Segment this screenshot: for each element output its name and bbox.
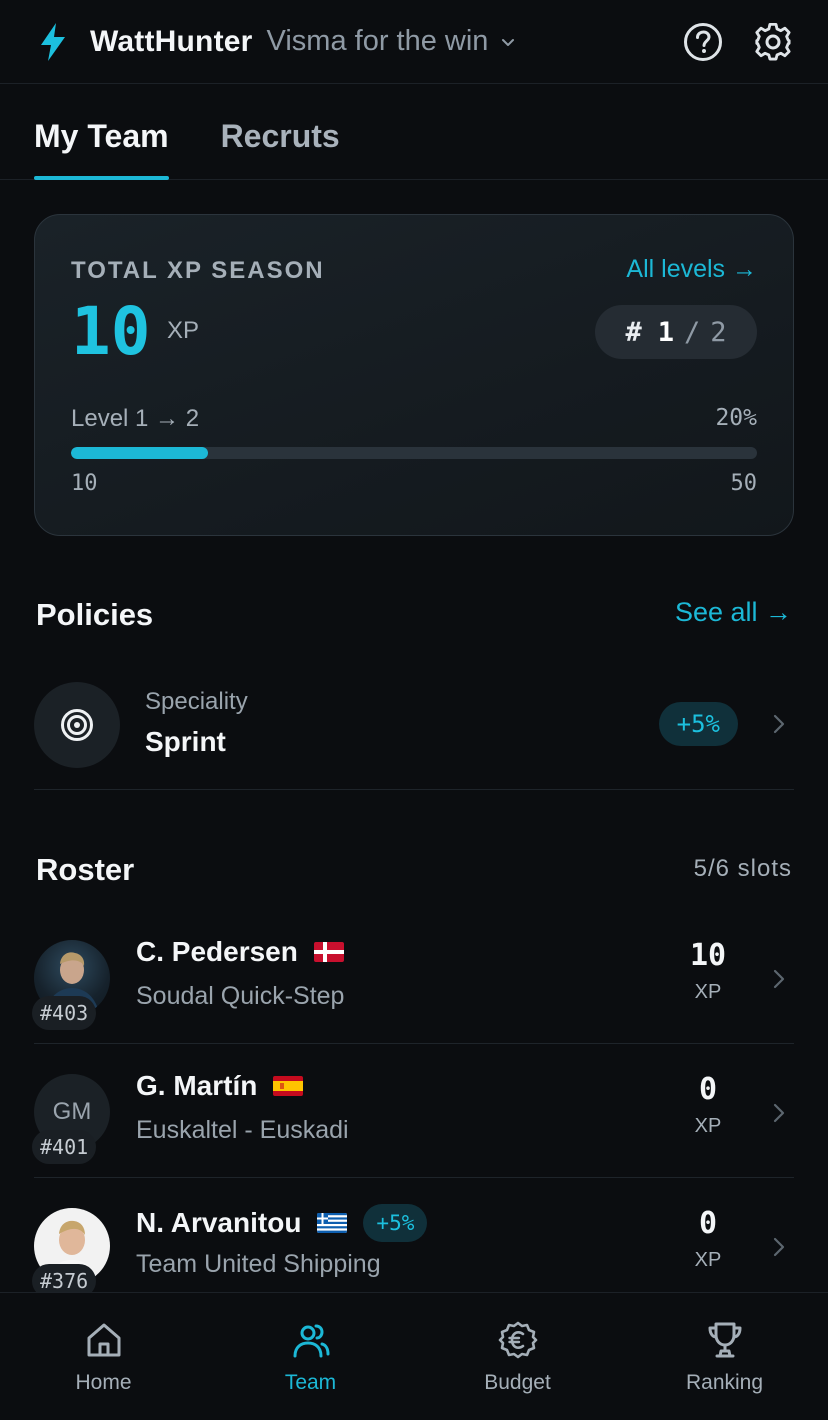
team-selector[interactable]: Visma for the win xyxy=(267,25,517,58)
nav-home[interactable]: Home xyxy=(0,1293,207,1420)
rider-xp-unit: XP xyxy=(694,981,722,1003)
chevron-right-icon xyxy=(773,1237,785,1257)
rank-slash: / xyxy=(684,316,701,348)
euro-icon xyxy=(497,1319,539,1361)
roster-rider-row[interactable]: GM #401 G. Martín Euskaltel - Euskadi 0 … xyxy=(32,1044,794,1178)
team-name: Visma for the win xyxy=(266,25,489,57)
chevron-right-icon xyxy=(773,1103,785,1123)
roster-title: Roster xyxy=(36,852,135,887)
rank-current: 1 xyxy=(657,316,674,348)
all-levels-link[interactable]: All levels → xyxy=(626,255,757,284)
rider-name-line: C. Pedersen xyxy=(136,936,344,968)
policy-name: Sprint xyxy=(145,726,226,757)
policy-bonus-badge: +5% xyxy=(658,702,738,746)
rank-total: 2 xyxy=(710,316,727,348)
rank-hash: # xyxy=(625,316,642,348)
nav-team-label: Team xyxy=(284,1371,337,1394)
xp-card-label: TOTAL XP SEASON xyxy=(71,257,325,284)
rider-team: Soudal Quick-Step xyxy=(136,982,345,1010)
see-all-policies-link[interactable]: See all → xyxy=(675,597,792,628)
settings-button[interactable] xyxy=(752,21,794,63)
nav-team[interactable]: Team xyxy=(207,1293,414,1420)
app-title: WattHunter xyxy=(90,24,253,58)
tab-my-team[interactable]: My Team xyxy=(34,84,169,180)
rider-xp-value: 0 xyxy=(698,1072,718,1107)
roster-slots: 5/6 slots xyxy=(693,855,792,882)
xp-value: 10 xyxy=(71,293,151,370)
tab-recruts[interactable]: Recruts xyxy=(221,84,340,179)
chevron-right-icon xyxy=(773,714,785,734)
chevron-right-icon xyxy=(773,969,785,989)
rider-name: C. Pedersen xyxy=(136,936,298,967)
rider-name-line: G. Martín xyxy=(136,1070,304,1102)
target-icon xyxy=(34,682,120,768)
rider-team: Euskaltel - Euskadi xyxy=(136,1116,349,1144)
denmark-flag-icon xyxy=(313,942,344,962)
level-percent: 20% xyxy=(715,405,757,431)
nav-ranking[interactable]: Ranking xyxy=(621,1293,828,1420)
level-label: Level 1 → 2 xyxy=(71,405,200,432)
rider-team: Team United Shipping xyxy=(136,1250,381,1278)
bottom-nav: Home Team Budget Ranking xyxy=(0,1292,828,1420)
chevron-down-icon xyxy=(500,34,516,50)
top-bar: WattHunter Visma for the win xyxy=(0,0,828,84)
progress-max: 50 xyxy=(730,471,758,496)
help-button[interactable] xyxy=(682,21,724,63)
rider-name: G. Martín xyxy=(136,1070,258,1101)
rider-xp-value: 0 xyxy=(698,1206,718,1241)
rider-xp: 0 XP xyxy=(678,1072,738,1138)
nav-home-label: Home xyxy=(75,1371,132,1394)
nav-ranking-label: Ranking xyxy=(685,1371,764,1394)
spain-flag-icon xyxy=(273,1076,304,1096)
team-icon xyxy=(290,1319,332,1361)
level-progress-bar xyxy=(71,447,757,459)
home-icon xyxy=(83,1319,125,1361)
settings-icon xyxy=(755,22,791,60)
policy-subtitle: Speciality xyxy=(145,688,248,715)
rider-xp: 10 XP xyxy=(678,938,738,1004)
nav-budget-label: Budget xyxy=(484,1371,551,1394)
rider-xp: 0 XP xyxy=(678,1206,738,1272)
bolt-icon xyxy=(38,22,68,62)
nav-budget[interactable]: Budget xyxy=(414,1293,621,1420)
rider-rank-tag: #403 xyxy=(32,996,97,1030)
team-rank-badge: # 1 / 2 xyxy=(595,305,757,359)
rider-name: N. Arvanitou xyxy=(136,1207,302,1238)
rider-xp-value: 10 xyxy=(689,938,727,973)
xp-season-card: TOTAL XP SEASON All levels → 10 XP # 1 /… xyxy=(34,214,794,536)
level-progress-fill xyxy=(71,447,209,459)
rider-bonus-badge: +5% xyxy=(363,1204,428,1242)
trophy-icon xyxy=(704,1319,746,1361)
policy-item[interactable]: Speciality Sprint +5% xyxy=(34,676,794,790)
xp-unit: XP xyxy=(167,317,200,344)
roster-rider-row[interactable]: #403 C. Pedersen Soudal Quick-Step 10 XP xyxy=(32,910,794,1044)
help-icon xyxy=(684,22,722,61)
rider-xp-unit: XP xyxy=(694,1115,722,1137)
greece-flag-icon xyxy=(317,1213,348,1233)
rider-xp-unit: XP xyxy=(694,1249,722,1271)
progress-min: 10 xyxy=(71,471,98,496)
rider-name-line: N. Arvanitou +5% xyxy=(136,1204,428,1242)
policies-title: Policies xyxy=(36,597,154,632)
tab-bar: My Team Recruts xyxy=(0,84,828,180)
rider-rank-tag: #401 xyxy=(32,1130,97,1164)
